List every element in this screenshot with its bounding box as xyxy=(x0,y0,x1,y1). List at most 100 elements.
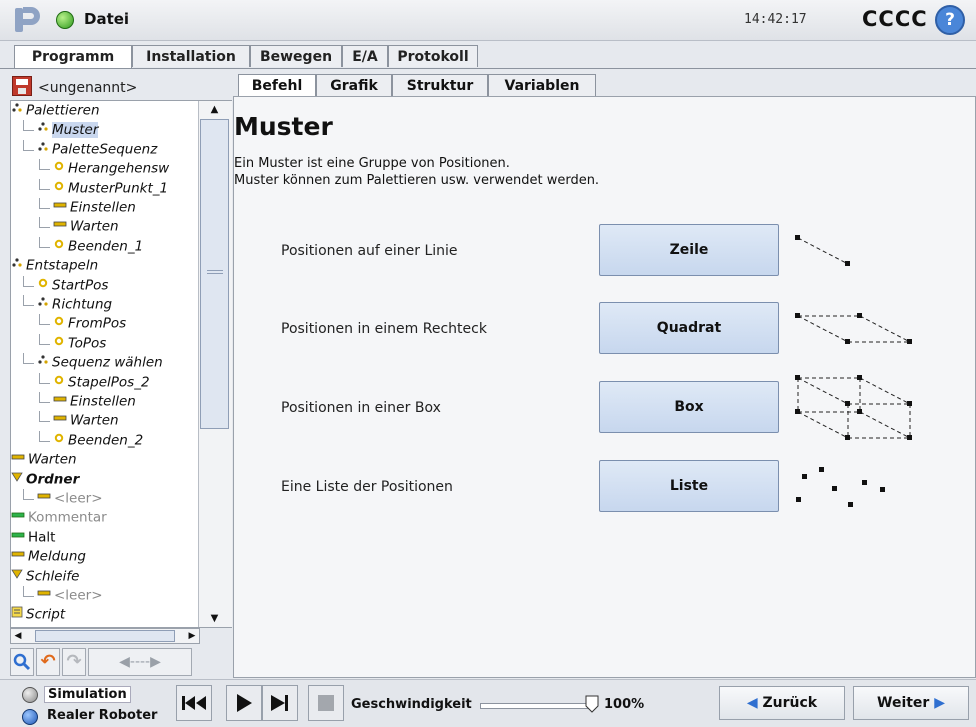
scroll-up-icon[interactable]: ▲ xyxy=(200,102,229,118)
tree-node[interactable]: Muster xyxy=(11,120,99,139)
simulation-label[interactable]: Simulation xyxy=(44,686,131,703)
row-label-rectangle: Positionen in einem Rechteck xyxy=(281,321,487,337)
simulation-radio[interactable] xyxy=(22,687,38,703)
tab-installation[interactable]: Installation xyxy=(132,45,250,67)
liste-button[interactable]: Liste xyxy=(599,460,779,512)
waypoint-icon xyxy=(53,431,65,450)
tree-node-label: <leer> xyxy=(54,587,103,604)
tree-guide xyxy=(39,178,50,190)
scroll-thumb[interactable] xyxy=(200,119,229,429)
tree-node-label: FromPos xyxy=(68,315,127,332)
real-robot-radio[interactable] xyxy=(22,709,38,725)
tab-befehl[interactable]: Befehl xyxy=(238,74,316,98)
tree-node[interactable]: ToPos xyxy=(11,333,106,353)
tree-node[interactable]: Entstapeln xyxy=(11,256,98,275)
tree-node[interactable]: Kommentar xyxy=(11,508,107,527)
next-button[interactable]: Weiter ▶ xyxy=(853,686,969,720)
tree-node[interactable]: <leer> xyxy=(11,586,103,605)
tree-node[interactable]: Meldung xyxy=(11,547,86,566)
tree-node[interactable]: StartPos xyxy=(11,275,109,295)
stop-button[interactable] xyxy=(308,685,344,721)
scroll-left-icon[interactable]: ◀ xyxy=(12,629,24,643)
tree-node[interactable]: Palettieren xyxy=(11,101,100,120)
tree-node[interactable]: MusterPunkt_1 xyxy=(11,178,168,198)
box-button[interactable]: Box xyxy=(599,381,779,433)
speed-slider[interactable] xyxy=(480,703,594,709)
set-icon xyxy=(37,489,51,508)
tab-variablen[interactable]: Variablen xyxy=(488,74,596,96)
speed-label: Geschwindigkeit xyxy=(351,697,472,712)
scroll-down-icon[interactable]: ▼ xyxy=(200,611,229,627)
tab-struktur[interactable]: Struktur xyxy=(392,74,488,96)
tree-node-label: Herangehensw xyxy=(68,160,170,177)
tree-node[interactable]: Einstellen xyxy=(11,198,136,217)
tree-node[interactable]: <leer> xyxy=(11,489,103,508)
tree-node[interactable]: Warten xyxy=(11,450,77,469)
speed-slider-handle[interactable] xyxy=(585,695,599,713)
tree-node-label: Beenden_2 xyxy=(68,432,144,449)
folder-icon xyxy=(11,567,23,586)
tree-node[interactable]: Script xyxy=(11,605,65,624)
tree-guide xyxy=(23,275,34,287)
play-button[interactable] xyxy=(226,685,262,721)
tree-node[interactable]: PaletteSequenz xyxy=(11,139,157,159)
move-node-icon[interactable]: ◀----▶ xyxy=(88,648,192,676)
set-icon xyxy=(53,411,67,430)
hscroll-thumb[interactable] xyxy=(35,630,175,642)
tree-node-label: Kommentar xyxy=(28,509,107,526)
tree-node-label: Ordner xyxy=(26,471,80,488)
tree-node[interactable]: Ordner xyxy=(11,470,79,489)
page-title: Muster xyxy=(234,112,333,141)
set-icon xyxy=(53,217,67,236)
search-icon[interactable] xyxy=(10,648,34,676)
tree-node[interactable]: Warten xyxy=(11,411,119,430)
tree-node[interactable]: StapelPos_2 xyxy=(11,372,150,392)
tree-node-label: StartPos xyxy=(52,277,109,294)
tree-node-label: Meldung xyxy=(28,548,86,565)
top-bar xyxy=(0,0,976,41)
tree-node[interactable]: Beenden_1 xyxy=(11,236,144,256)
tree-node[interactable]: Warten xyxy=(11,217,119,236)
redo-icon[interactable]: ↷ xyxy=(62,648,86,676)
tab-divider xyxy=(0,68,976,69)
tab-grafik[interactable]: Grafik xyxy=(316,74,392,96)
next-label: Weiter xyxy=(877,695,930,711)
help-icon[interactable]: ? xyxy=(935,5,965,35)
tree-guide xyxy=(39,236,50,248)
tab-ea[interactable]: E/A xyxy=(342,45,388,67)
tree-node-label: Schleife xyxy=(26,568,80,585)
back-button[interactable]: ◀ Zurück xyxy=(719,686,845,720)
tree-node[interactable]: Richtung xyxy=(11,295,112,314)
tab-programm[interactable]: Programm xyxy=(14,45,132,69)
tree-node[interactable]: Herangehensw xyxy=(11,159,169,178)
row-label-box: Positionen in einer Box xyxy=(281,400,441,416)
skip-back-button[interactable] xyxy=(176,685,212,721)
back-label: Zurück xyxy=(762,695,818,711)
real-robot-label[interactable]: Realer Roboter xyxy=(47,708,157,723)
tree-horizontal-scrollbar[interactable]: ◀ ▶ xyxy=(10,628,200,644)
waypoint-icon xyxy=(53,179,65,198)
tree-node-label: Beenden_1 xyxy=(68,238,144,255)
quadrat-button[interactable]: Quadrat xyxy=(599,302,779,354)
undo-icon[interactable]: ↶ xyxy=(36,648,60,676)
tree-node-label: Warten xyxy=(28,451,77,468)
folder-icon xyxy=(11,470,23,489)
tree-node[interactable]: Beenden_2 xyxy=(11,430,144,450)
tree-node-label: Warten xyxy=(70,412,119,429)
tree-node[interactable]: Halt xyxy=(11,528,55,547)
tab-bewegen[interactable]: Bewegen xyxy=(250,45,342,67)
tree-guide xyxy=(39,333,50,345)
tree-node[interactable]: Sequenz wählen xyxy=(11,353,163,372)
tree-node[interactable]: Schleife xyxy=(11,567,79,586)
tree-node[interactable]: FromPos xyxy=(11,314,126,333)
tree-node-label: StapelPos_2 xyxy=(68,374,150,391)
scroll-right-icon[interactable]: ▶ xyxy=(186,629,198,643)
tree-node-label: Einstellen xyxy=(70,393,136,410)
tree-node[interactable]: Einstellen xyxy=(11,392,136,411)
zeile-button[interactable]: Zeile xyxy=(599,224,779,276)
tree-node-label: Entstapeln xyxy=(26,257,99,274)
step-forward-button[interactable] xyxy=(262,685,298,721)
file-menu[interactable]: Datei xyxy=(84,10,129,28)
tab-protokoll[interactable]: Protokoll xyxy=(388,45,478,67)
save-icon[interactable] xyxy=(12,76,32,96)
